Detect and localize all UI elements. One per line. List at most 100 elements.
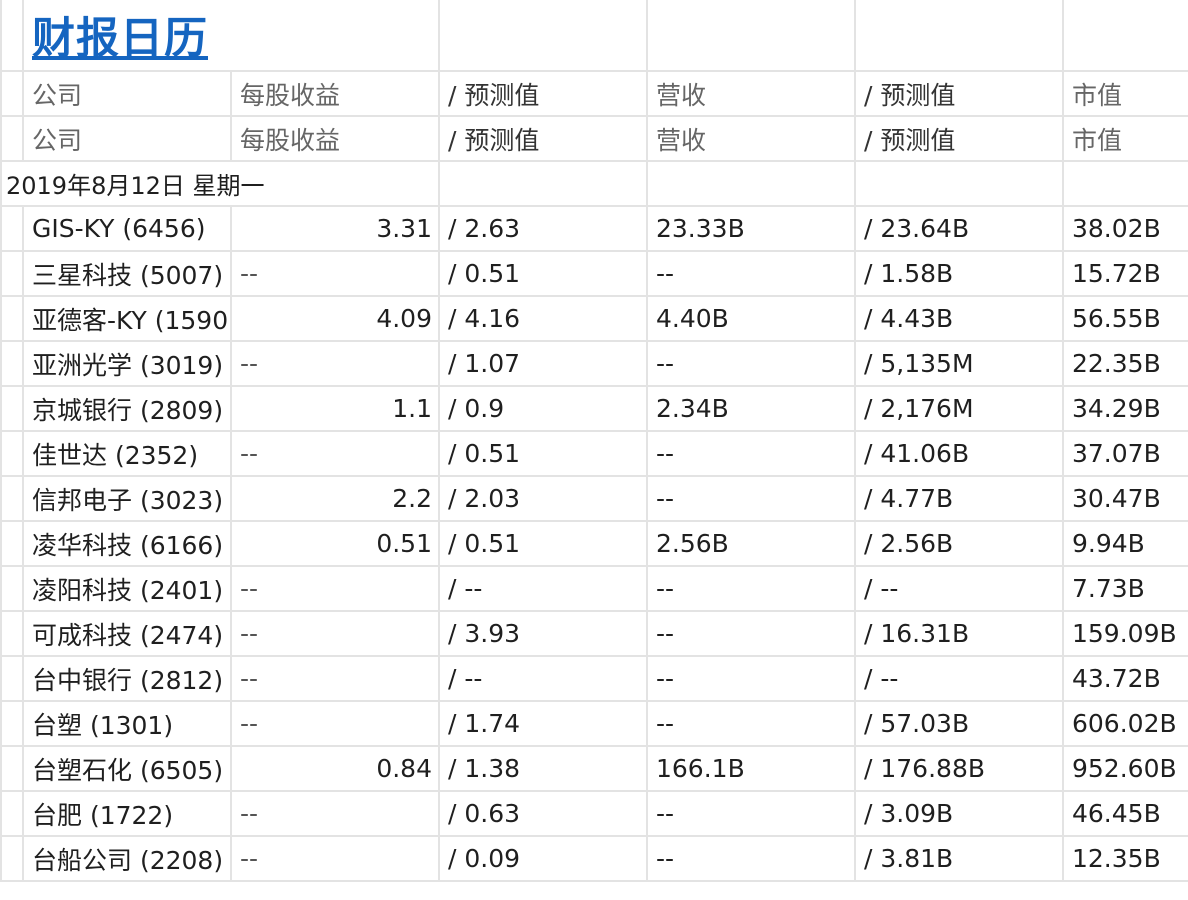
cell-company[interactable]: 凌阳科技 (2401) <box>22 565 232 612</box>
cell-company[interactable]: 台塑 (1301) <box>22 700 232 747</box>
cell-revenue-forecast[interactable]: / 176.88B <box>854 745 1064 792</box>
cell-revenue-forecast[interactable]: / 2,176M <box>854 385 1064 432</box>
table-row[interactable]: 凌阳科技 (2401) -- / -- -- / -- 7.73B <box>0 565 1188 612</box>
cell-company[interactable]: 台塑石化 (6505) <box>22 745 232 792</box>
cell-company[interactable]: 京城银行 (2809) <box>22 385 232 432</box>
cell-eps-forecast[interactable]: / 3.93 <box>438 610 648 657</box>
cell-company[interactable]: 可成科技 (2474) <box>22 610 232 657</box>
cell-market-cap[interactable]: 159.09B <box>1062 610 1188 657</box>
table-row[interactable]: 台塑 (1301) --/ 1.74 --/ 57.03B 606.02B <box>0 700 1188 747</box>
cell-revenue[interactable]: -- <box>646 565 856 612</box>
cell-eps[interactable]: -- <box>230 610 440 657</box>
cell-revenue[interactable]: -- <box>646 340 856 387</box>
table-row[interactable]: 信邦电子 (3023) 2.2/ 2.03 --/ 4.77B 30.47B <box>0 475 1188 522</box>
table-row[interactable]: 台肥 (1722) --/ 0.63 --/ 3.09B 46.45B <box>0 790 1188 837</box>
cell-revenue[interactable]: -- <box>646 250 856 297</box>
cell-market-cap[interactable]: 12.35B <box>1062 835 1188 882</box>
table-row[interactable]: 三星科技 (5007) --/ 0.51 --/ 1.58B 15.72B <box>0 250 1188 297</box>
cell-market-cap[interactable]: 34.29B <box>1062 385 1188 432</box>
cell-eps-forecast[interactable]: / 0.63 <box>438 790 648 837</box>
cell-revenue-forecast[interactable]: / 3.09B <box>854 790 1064 837</box>
cell-eps[interactable]: 2.2 <box>230 475 440 522</box>
cell-market-cap[interactable]: 43.72B <box>1062 655 1188 702</box>
cell-eps-forecast[interactable]: / 2.63 <box>438 205 648 252</box>
cell-company[interactable]: 信邦电子 (3023) <box>22 475 232 522</box>
cell-eps[interactable]: -- <box>230 340 440 387</box>
cell-eps-forecast[interactable]: / 0.51 <box>438 250 648 297</box>
cell-revenue-forecast[interactable]: / 1.58B <box>854 250 1064 297</box>
cell-eps[interactable]: 3.31 <box>230 205 440 252</box>
cell-eps[interactable]: -- <box>230 700 440 747</box>
cell-market-cap[interactable]: 30.47B <box>1062 475 1188 522</box>
cell-revenue[interactable]: 23.33B <box>646 205 856 252</box>
table-row[interactable]: 凌华科技 (6166) 0.51/ 0.51 2.56B/ 2.56B 9.94B <box>0 520 1188 567</box>
table-row[interactable]: 亚德客-KY (1590 4.09/ 4.16 4.40B/ 4.43B 56.55B <box>0 295 1188 342</box>
cell-market-cap[interactable]: 37.07B <box>1062 430 1188 477</box>
cell-eps-forecast[interactable]: / 0.51 <box>438 430 648 477</box>
cell-revenue-forecast[interactable]: / 23.64B <box>854 205 1064 252</box>
cell-eps-forecast[interactable]: / 4.16 <box>438 295 648 342</box>
cell-revenue[interactable]: -- <box>646 700 856 747</box>
cell-eps[interactable]: -- <box>230 250 440 297</box>
cell-eps[interactable]: -- <box>230 430 440 477</box>
cell-revenue-forecast[interactable]: / 57.03B <box>854 700 1064 747</box>
cell-market-cap[interactable]: 56.55B <box>1062 295 1188 342</box>
cell-revenue-forecast[interactable]: / 3.81B <box>854 835 1064 882</box>
cell-revenue[interactable]: -- <box>646 475 856 522</box>
cell-market-cap[interactable]: 606.02B <box>1062 700 1188 747</box>
cell-company[interactable]: 亚德客-KY (1590 <box>22 295 232 342</box>
cell-eps[interactable]: -- <box>230 790 440 837</box>
cell-eps[interactable]: -- <box>230 565 440 612</box>
cell-market-cap[interactable]: 22.35B <box>1062 340 1188 387</box>
cell-revenue[interactable]: 2.34B <box>646 385 856 432</box>
cell-revenue-forecast[interactable]: / 4.43B <box>854 295 1064 342</box>
cell-revenue[interactable]: 4.40B <box>646 295 856 342</box>
cell-market-cap[interactable]: 38.02B <box>1062 205 1188 252</box>
cell-company[interactable]: 亚洲光学 (3019) <box>22 340 232 387</box>
cell-company[interactable]: 台肥 (1722) <box>22 790 232 837</box>
cell-company[interactable]: 佳世达 (2352) <box>22 430 232 477</box>
cell-revenue[interactable]: -- <box>646 655 856 702</box>
cell-revenue[interactable]: -- <box>646 610 856 657</box>
cell-eps[interactable]: 0.84 <box>230 745 440 792</box>
table-row[interactable]: 京城银行 (2809) 1.1/ 0.9 2.34B/ 2,176M 34.29B <box>0 385 1188 432</box>
cell-market-cap[interactable]: 952.60B <box>1062 745 1188 792</box>
cell-market-cap[interactable]: 9.94B <box>1062 520 1188 567</box>
cell-revenue[interactable]: -- <box>646 430 856 477</box>
cell-market-cap[interactable]: 15.72B <box>1062 250 1188 297</box>
cell-eps-forecast[interactable]: / 1.38 <box>438 745 648 792</box>
table-row[interactable]: 可成科技 (2474) --/ 3.93 --/ 16.31B 159.09B <box>0 610 1188 657</box>
cell-eps-forecast[interactable]: / 1.07 <box>438 340 648 387</box>
cell-company[interactable]: 凌华科技 (6166) <box>22 520 232 567</box>
cell-eps-forecast[interactable]: / 0.9 <box>438 385 648 432</box>
table-row[interactable]: 台塑石化 (6505) 0.84/ 1.38 166.1B/ 176.88B 952.… <box>0 745 1188 792</box>
cell-eps[interactable]: 4.09 <box>230 295 440 342</box>
cell-revenue[interactable]: -- <box>646 790 856 837</box>
cell-revenue-forecast[interactable]: / -- <box>854 655 1064 702</box>
cell-market-cap[interactable]: 7.73B <box>1062 565 1188 612</box>
cell-revenue[interactable]: 166.1B <box>646 745 856 792</box>
cell-revenue[interactable]: -- <box>646 835 856 882</box>
cell-eps-forecast[interactable]: / 2.03 <box>438 475 648 522</box>
cell-revenue-forecast[interactable]: / 5,135M <box>854 340 1064 387</box>
table-row[interactable]: 台中银行 (2812) -- / -- -- / -- 43.72B <box>0 655 1188 702</box>
cell-revenue-forecast[interactable]: / -- <box>854 565 1064 612</box>
cell-revenue-forecast[interactable]: / 16.31B <box>854 610 1064 657</box>
cell-eps-forecast[interactable]: / -- <box>438 565 648 612</box>
cell-eps-forecast[interactable]: / 0.51 <box>438 520 648 567</box>
cell-revenue[interactable]: 2.56B <box>646 520 856 567</box>
cell-eps[interactable]: 0.51 <box>230 520 440 567</box>
cell-eps-forecast[interactable]: / -- <box>438 655 648 702</box>
table-row[interactable]: 亚洲光学 (3019) --/ 1.07 --/ 5,135M 22.35B <box>0 340 1188 387</box>
table-row[interactable]: GIS-KY (6456) 3.31/ 2.63 23.33B/ 23.64B 38.… <box>0 205 1188 252</box>
cell-eps[interactable]: -- <box>230 655 440 702</box>
page-title-link[interactable]: 财报日历 <box>32 14 208 64</box>
cell-company[interactable]: GIS-KY (6456) <box>22 205 232 252</box>
table-row[interactable]: 佳世达 (2352) --/ 0.51 --/ 41.06B 37.07B <box>0 430 1188 477</box>
cell-revenue-forecast[interactable]: / 4.77B <box>854 475 1064 522</box>
cell-company[interactable]: 台船公司 (2208) <box>22 835 232 882</box>
cell-company[interactable]: 台中银行 (2812) <box>22 655 232 702</box>
cell-eps[interactable]: -- <box>230 835 440 882</box>
cell-market-cap[interactable]: 46.45B <box>1062 790 1188 837</box>
cell-eps-forecast[interactable]: / 0.09 <box>438 835 648 882</box>
